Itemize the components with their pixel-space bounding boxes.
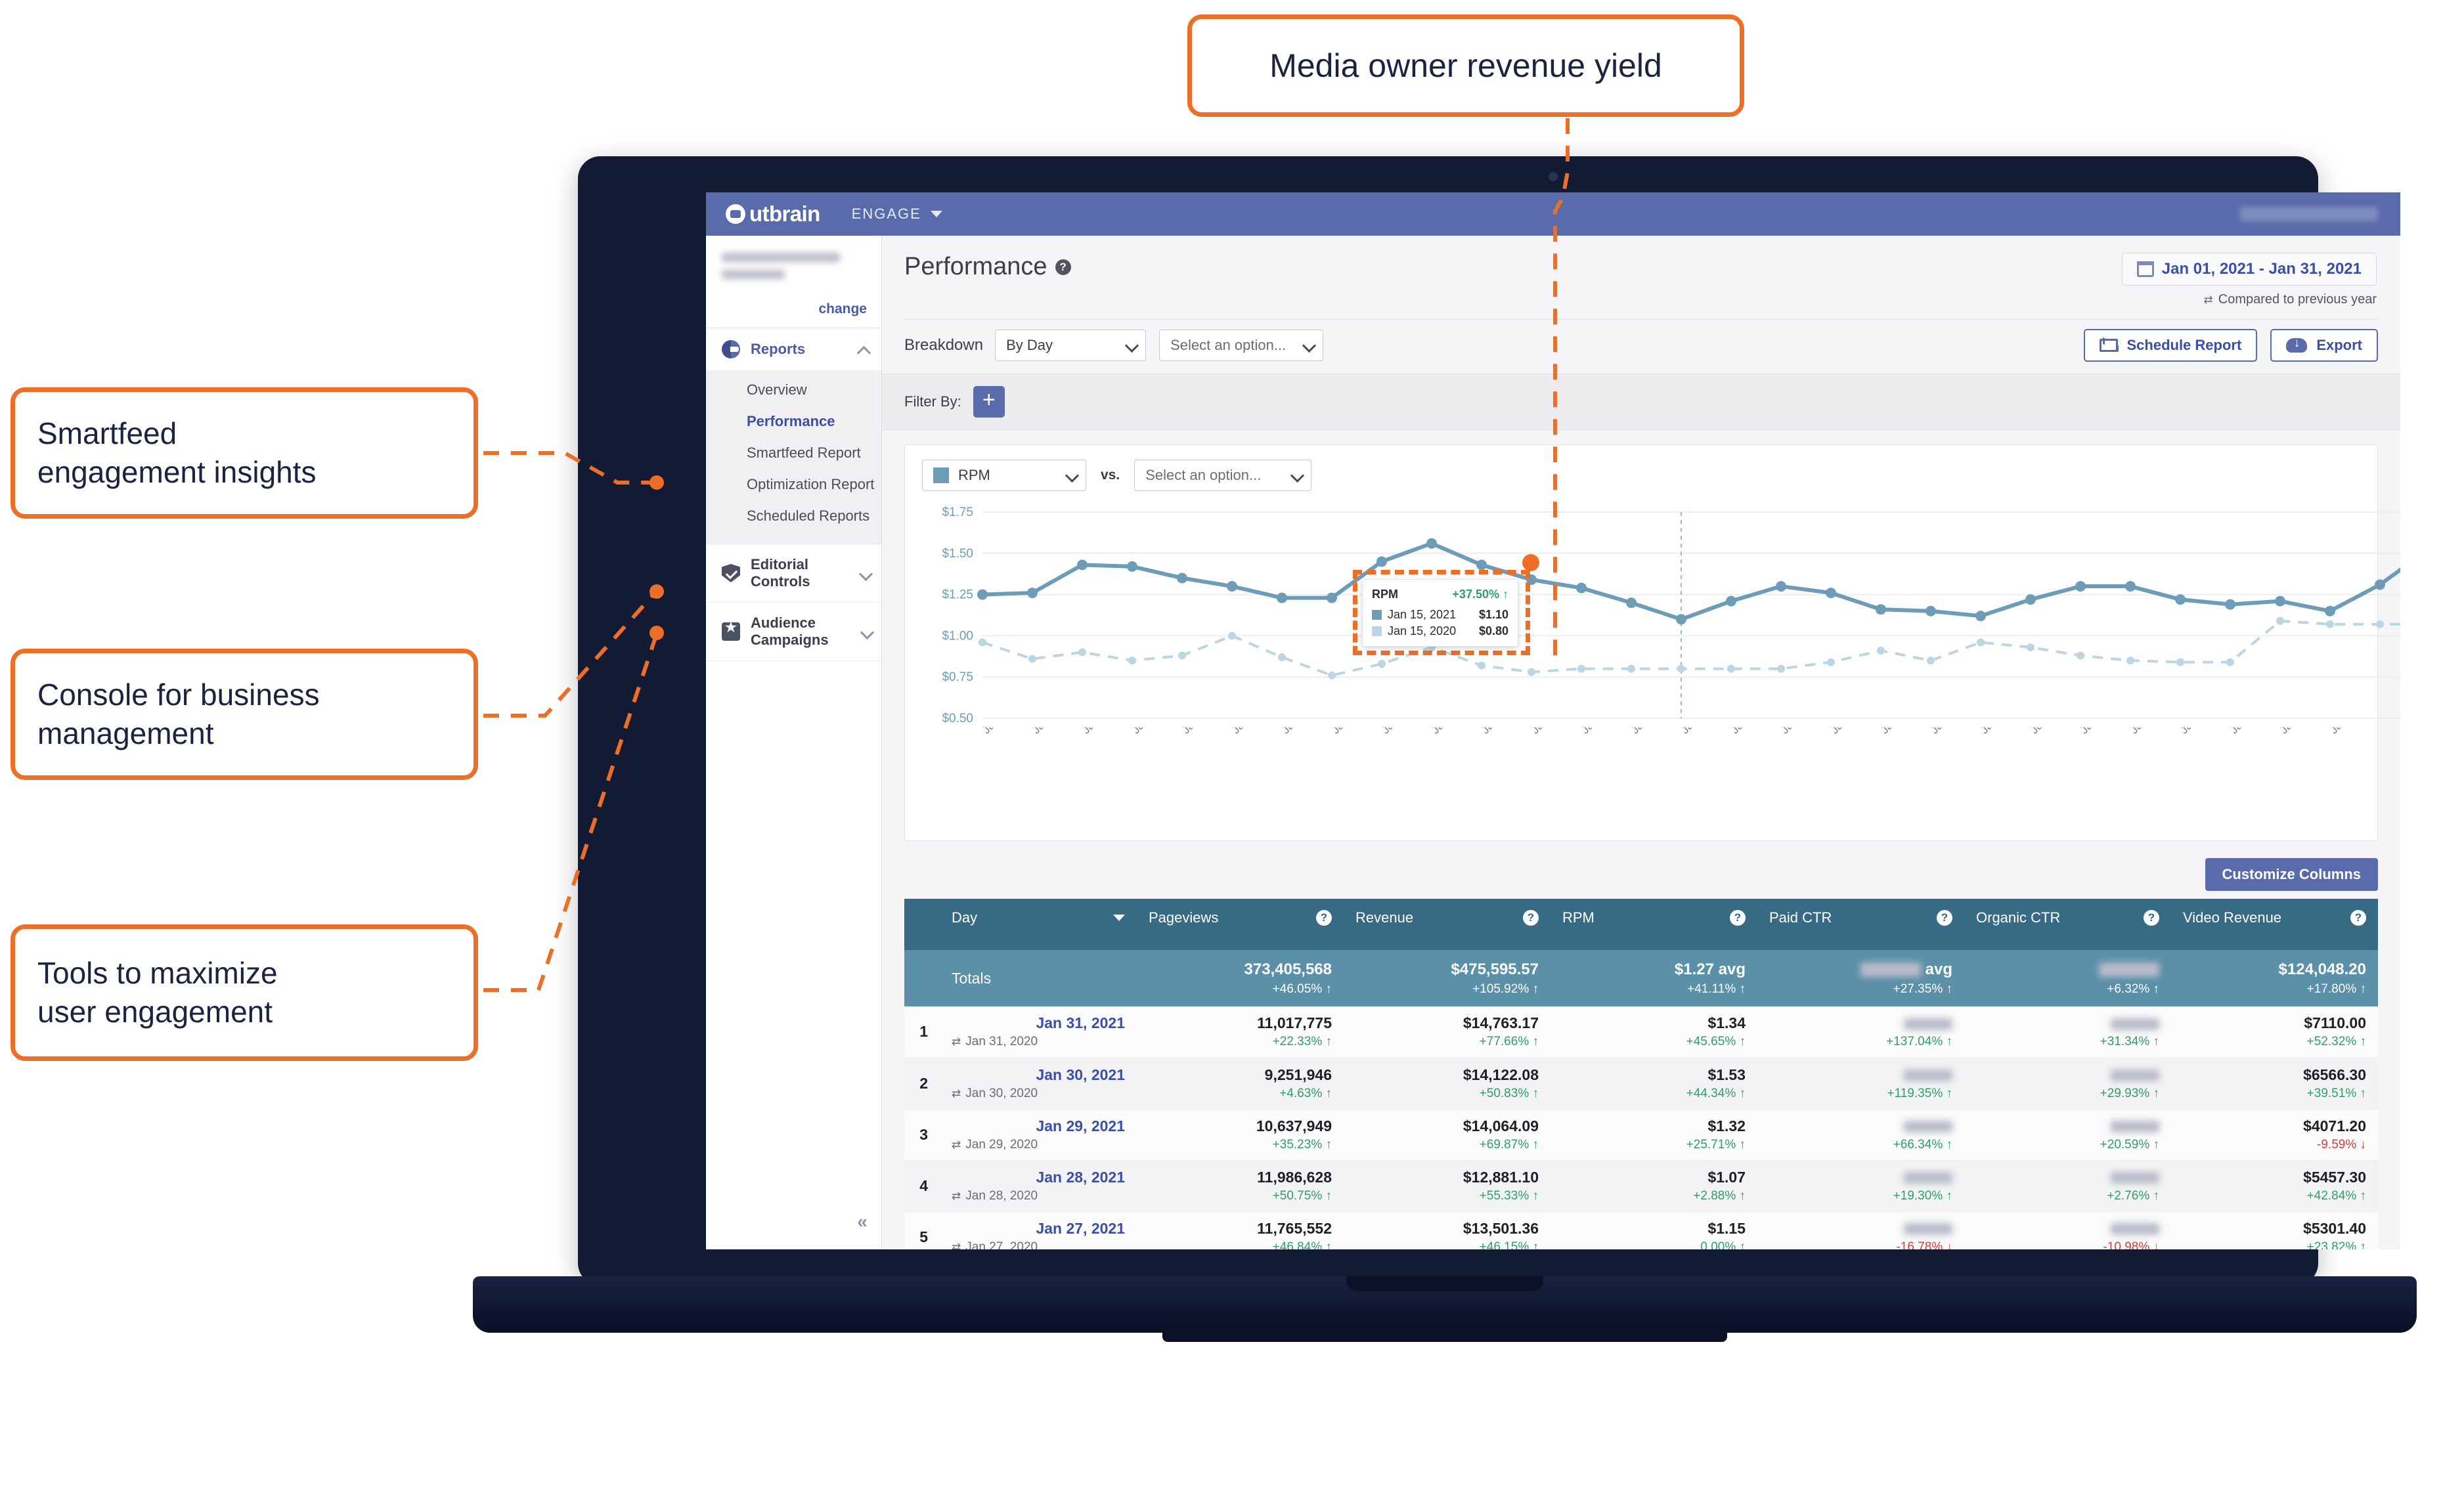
callout-smartfeed-engagement-insights: Smartfeed engagement insights [11,387,478,519]
callout-media-owner-revenue-yield: Media owner revenue yield [1187,14,1744,117]
callout-text: Console for business management [37,678,320,750]
callout-tools-to-maximize-user-engagement: Tools to maximize user engagement [11,924,478,1061]
callout-text: Smartfeed engagement insights [37,416,317,489]
connector-dot-audience [649,626,664,640]
callout-text: Media owner revenue yield [1269,47,1662,84]
callout-text: Tools to maximize user engagement [37,956,278,1029]
connector-dot-smartfeed [649,475,664,490]
connector-dot-editorial [649,584,664,599]
callout-console-for-business-management: Console for business management [11,649,478,780]
